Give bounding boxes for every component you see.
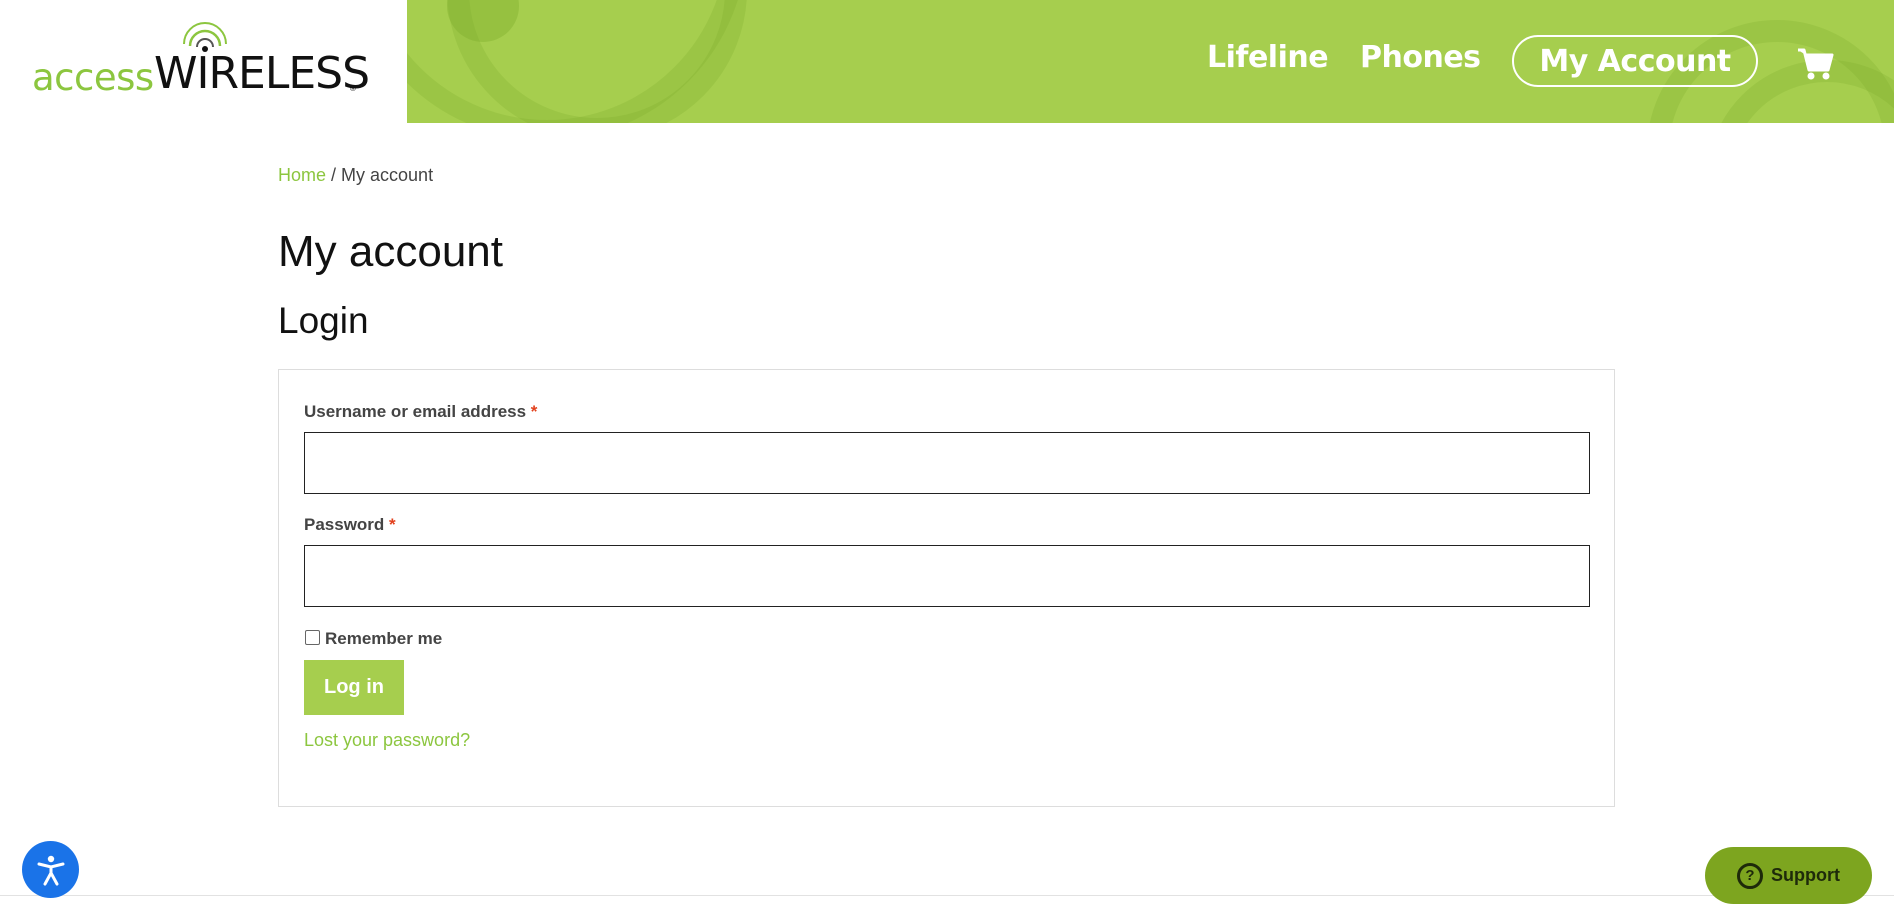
breadcrumb-separator: / xyxy=(326,165,342,185)
page-title: My account xyxy=(278,227,503,276)
cart-icon[interactable] xyxy=(1796,44,1834,82)
logo-access-text: access xyxy=(32,56,154,99)
password-input[interactable] xyxy=(304,545,1590,607)
footer-divider xyxy=(0,895,1894,896)
login-heading: Login xyxy=(278,300,369,341)
login-button[interactable]: Log in xyxy=(304,660,404,715)
username-input[interactable] xyxy=(304,432,1590,494)
logo-wireless-text: WIRELESS xyxy=(154,48,370,99)
breadcrumb: Home / My account xyxy=(278,165,433,186)
accessibility-button[interactable] xyxy=(22,841,79,898)
logo-registered-mark: ® xyxy=(350,84,356,93)
site-header: access WIRELESS ® Lifeline Phones My Acc… xyxy=(0,0,1894,123)
required-indicator: * xyxy=(389,515,396,534)
lost-password-link[interactable]: Lost your password? xyxy=(304,730,470,751)
site-logo[interactable]: access WIRELESS ® xyxy=(32,20,370,99)
login-form: Username or email address * Password * R… xyxy=(278,369,1615,807)
username-label-text: Username or email address xyxy=(304,402,527,421)
support-button[interactable]: ? Support xyxy=(1705,847,1872,904)
logo-area: access WIRELESS ® xyxy=(0,0,407,123)
nav-phones[interactable]: Phones xyxy=(1360,40,1481,75)
breadcrumb-current: My account xyxy=(341,165,434,185)
nav-my-account[interactable]: My Account xyxy=(1512,35,1758,87)
breadcrumb-home-link[interactable]: Home xyxy=(278,165,326,185)
username-label: Username or email address * xyxy=(304,402,537,422)
password-label: Password * xyxy=(304,515,396,535)
required-indicator: * xyxy=(530,402,538,421)
remember-me-checkbox[interactable] xyxy=(305,630,320,645)
accessibility-icon xyxy=(37,855,64,885)
password-label-text: Password xyxy=(304,515,385,534)
nav-lifeline[interactable]: Lifeline xyxy=(1207,40,1329,75)
remember-me-label[interactable]: Remember me xyxy=(325,629,442,649)
nav-my-account-label: My Account xyxy=(1539,43,1731,79)
help-icon: ? xyxy=(1737,862,1763,889)
support-label: Support xyxy=(1771,865,1840,885)
